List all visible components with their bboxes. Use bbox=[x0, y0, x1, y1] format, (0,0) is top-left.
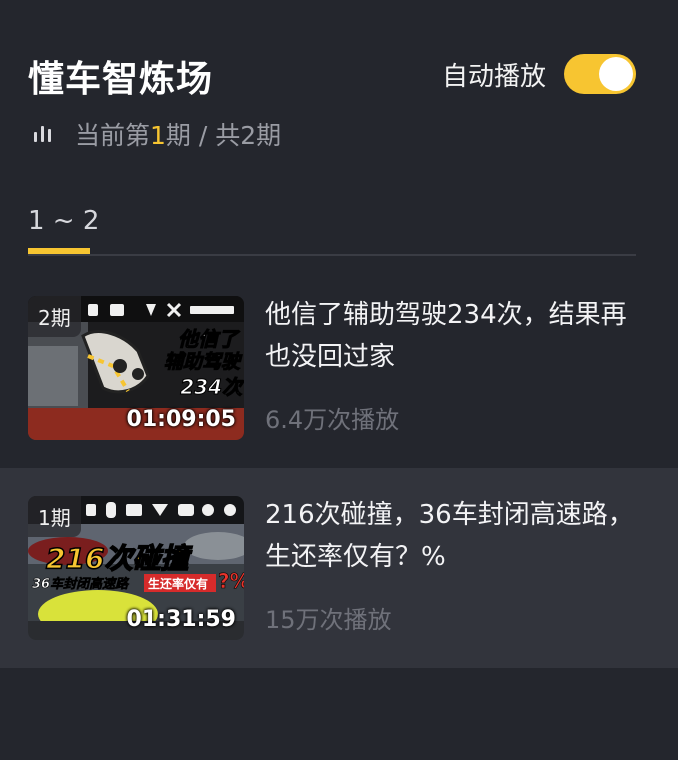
episode-progress: 当前第1期 / 共2期 bbox=[34, 116, 281, 152]
episode-thumbnail: 他信了 辅助驾驶 234次 2期 01:09:05 bbox=[28, 296, 244, 440]
episode-title: 216次碰撞，36车封闭高速路，生还率仅有？% bbox=[265, 500, 634, 572]
thumb-text-line-3: 生还率仅有 bbox=[148, 576, 208, 591]
episode-badge: 2期 bbox=[28, 296, 81, 337]
progress-text: 当前第1期 / 共2期 bbox=[75, 116, 281, 152]
current-episode-number: 1 bbox=[150, 121, 166, 150]
episode-views: 6.4万次播放 bbox=[265, 406, 400, 434]
thumb-text-line-2: 辅助驾驶 bbox=[164, 351, 243, 373]
episode-title: 他信了辅助驾驶234次，结果再也没回过家 bbox=[265, 300, 627, 372]
tab-range-1-2[interactable]: 1 ~ 2 bbox=[28, 206, 99, 236]
progress-prefix: 当前第 bbox=[75, 121, 151, 150]
episode-item-active[interactable]: 216次碰撞 36车封闭高速路 生还率仅有 ?% 1期 01:31:59 216… bbox=[0, 468, 678, 668]
toggle-knob bbox=[599, 57, 633, 91]
episode-range-tabs: 1 ~ 2 bbox=[28, 200, 636, 256]
page-title: 懂车智炼场 bbox=[28, 59, 214, 100]
autoplay-toggle[interactable] bbox=[564, 54, 636, 94]
episode-duration: 01:31:59 bbox=[126, 607, 236, 632]
episode-badge: 1期 bbox=[28, 496, 81, 537]
thumb-text-line-1: 216次碰撞 bbox=[46, 542, 192, 575]
thumb-text-line-3: 234次 bbox=[180, 375, 244, 399]
episode-duration: 01:09:05 bbox=[126, 407, 236, 432]
header: 懂车智炼场 自动播放 bbox=[28, 48, 636, 104]
thumb-text-line-1: 他信了 bbox=[178, 327, 241, 351]
thumb-text-line-2: 36车封闭高速路 bbox=[32, 576, 130, 592]
episode-thumbnail: 216次碰撞 36车封闭高速路 生还率仅有 ?% 1期 01:31:59 bbox=[28, 496, 244, 640]
signal-bars-icon bbox=[34, 126, 51, 142]
autoplay-control: 自动播放 bbox=[442, 54, 636, 94]
episode-item[interactable]: 他信了 辅助驾驶 234次 2期 01:09:05 他信了辅助驾驶234次，结果… bbox=[0, 268, 678, 468]
thumb-text-line-4: ?% bbox=[218, 569, 244, 593]
active-tab-indicator bbox=[28, 248, 90, 254]
episode-views: 15万次播放 bbox=[265, 606, 392, 634]
progress-suffix: 期 / 共2期 bbox=[165, 121, 282, 150]
autoplay-label: 自动播放 bbox=[441, 61, 546, 92]
